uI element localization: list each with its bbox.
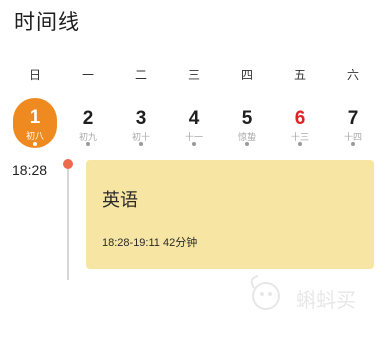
day-number: 4	[188, 108, 200, 129]
day-cell-7[interactable]: 7 十四	[331, 98, 375, 148]
event-indicator-dot	[298, 142, 302, 146]
weekday-header-row: 日 一 二 三 四 五 六	[0, 66, 392, 84]
weekday-wed: 三	[187, 68, 200, 82]
weekday-tue: 二	[134, 68, 147, 82]
event-indicator-dot	[139, 142, 143, 146]
event-card[interactable]: 英语 18:28-19:11 42分钟	[86, 160, 374, 269]
day-cell-1[interactable]: 1 初八	[13, 98, 57, 148]
weekday-thu: 四	[240, 68, 253, 82]
tadpole-logo-icon	[250, 275, 280, 310]
day-cell-2[interactable]: 2 初九	[66, 98, 110, 148]
timeline-line	[67, 166, 69, 280]
day-cell-6[interactable]: 6 十三	[278, 98, 322, 148]
event-indicator-dot	[33, 142, 37, 146]
timeline-time-label: 18:28	[12, 162, 48, 178]
event-indicator-dot	[245, 142, 249, 146]
day-number: 1	[29, 107, 41, 128]
day-number: 3	[135, 108, 147, 129]
event-time-range: 18:28-19:11 42分钟	[102, 237, 198, 249]
event-indicator-dot	[192, 142, 196, 146]
event-indicator-dot	[86, 142, 90, 146]
day-cell-4[interactable]: 4 十一	[172, 98, 216, 148]
day-number: 5	[241, 108, 253, 129]
day-cell-5[interactable]: 5 惊蛰	[225, 98, 269, 148]
weekday-fri: 五	[293, 68, 306, 82]
event-indicator-dot	[351, 142, 355, 146]
event-title: 英语	[102, 190, 138, 211]
watermark-text: 蝌蚪买	[296, 288, 356, 312]
watermark: 蝌蚪买	[244, 270, 374, 320]
weekday-sun: 日	[28, 68, 41, 82]
day-number: 6	[294, 108, 306, 129]
page-title: 时间线	[14, 10, 80, 34]
day-number: 2	[82, 108, 94, 129]
day-number: 7	[347, 108, 359, 129]
week-date-row: 1 初八 2 初九 3 初十 4 十一 5 惊蛰 6 十三 7 十四	[0, 98, 392, 154]
day-cell-3[interactable]: 3 初十	[119, 98, 163, 148]
timeline-dot	[63, 159, 73, 169]
weekday-mon: 一	[81, 68, 94, 82]
weekday-sat: 六	[346, 68, 359, 82]
